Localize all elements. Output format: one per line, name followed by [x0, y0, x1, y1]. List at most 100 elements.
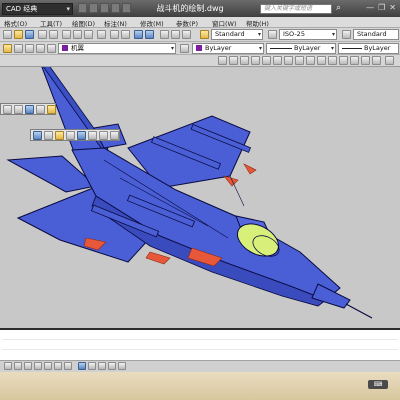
pan-icon[interactable] — [134, 30, 143, 39]
view-front-icon[interactable] — [14, 105, 23, 114]
lineweight-select[interactable]: ByLayer — [338, 43, 399, 54]
transparency-icon[interactable] — [108, 362, 116, 370]
torus-icon[interactable] — [273, 56, 282, 65]
snap-icon[interactable] — [4, 362, 12, 370]
view-top-icon[interactable] — [3, 105, 12, 114]
paste-icon[interactable] — [84, 30, 93, 39]
realistic-icon[interactable] — [55, 131, 64, 140]
layer-color-swatch — [62, 45, 68, 51]
close-icon[interactable]: ✕ — [389, 3, 396, 13]
quick-properties-icon[interactable] — [118, 362, 126, 370]
loft-icon[interactable] — [328, 56, 337, 65]
lineweight-value: ByLayer — [364, 44, 391, 52]
lineweight-icon[interactable] — [98, 362, 106, 370]
menu-tools[interactable]: 工具(T) — [40, 18, 62, 28]
menu-dimension[interactable]: 标注(N) — [104, 18, 127, 28]
layer-state-icon[interactable] — [14, 44, 23, 53]
sphere-icon[interactable] — [229, 56, 238, 65]
save-icon[interactable] — [25, 30, 34, 39]
preview-icon[interactable] — [49, 30, 58, 39]
pyramid-icon[interactable] — [284, 56, 293, 65]
orbit-icon[interactable] — [88, 131, 97, 140]
properties-icon[interactable] — [160, 30, 169, 39]
osnap-icon[interactable] — [44, 362, 52, 370]
search-input[interactable]: 键入关键字或短语 — [260, 4, 332, 14]
subtract-icon[interactable] — [361, 56, 370, 65]
workspace-select[interactable]: CAD 经典 ▾ — [2, 3, 73, 15]
layers-toolbar: 机翼 ▾ ByLayer ▾ ByLayer ▾ ByLayer — [0, 42, 400, 55]
presspull-icon[interactable] — [339, 56, 348, 65]
save-icon[interactable] — [100, 3, 109, 13]
print-icon[interactable] — [38, 30, 47, 39]
layer-freeze-icon[interactable] — [36, 44, 45, 53]
undo-icon[interactable] — [111, 3, 120, 13]
match-properties-icon[interactable] — [97, 30, 106, 39]
open-icon[interactable] — [14, 30, 23, 39]
dyn-icon[interactable] — [88, 362, 96, 370]
command-line[interactable] — [0, 328, 400, 360]
drawing-area[interactable] — [0, 67, 400, 328]
new-icon[interactable] — [78, 3, 87, 13]
cut-icon[interactable] — [62, 30, 71, 39]
walk-icon[interactable] — [99, 131, 108, 140]
grid-icon[interactable] — [14, 362, 22, 370]
shaded-icon[interactable] — [77, 131, 86, 140]
menu-modify[interactable]: 修改(M) — [140, 18, 164, 28]
menu-help[interactable]: 帮助(H) — [246, 18, 269, 28]
menu-window[interactable]: 窗口(W) — [212, 18, 237, 28]
revolve-icon[interactable] — [306, 56, 315, 65]
redo-icon[interactable] — [121, 30, 130, 39]
extrude-icon[interactable] — [295, 56, 304, 65]
menu-format[interactable]: 格式(O) — [4, 18, 27, 28]
layer-lock-icon[interactable] — [47, 44, 56, 53]
open-icon[interactable] — [89, 3, 98, 13]
wireframe-icon[interactable] — [33, 131, 42, 140]
fly-icon[interactable] — [110, 131, 119, 140]
3d-move-icon[interactable] — [385, 56, 394, 65]
layer-manager-icon[interactable] — [3, 44, 12, 53]
linetype-select[interactable]: ByLayer ▾ — [266, 43, 336, 54]
make-current-icon[interactable] — [180, 44, 189, 53]
union-icon[interactable] — [350, 56, 359, 65]
floating-toolbar-view — [0, 103, 56, 115]
chevron-down-icon: ▾ — [66, 5, 70, 13]
view-left-icon[interactable] — [25, 105, 34, 114]
conceptual-icon[interactable] — [66, 131, 75, 140]
fighter-jet-drawing — [6, 67, 373, 319]
copy-icon[interactable] — [73, 30, 82, 39]
table-style-select[interactable]: Standard — [353, 29, 399, 40]
tool-palettes-icon[interactable] — [182, 30, 191, 39]
view-camera-icon[interactable] — [47, 105, 56, 114]
color-select[interactable]: ByLayer ▾ — [192, 43, 264, 54]
hidden-icon[interactable] — [44, 131, 53, 140]
sweep-icon[interactable] — [317, 56, 326, 65]
layer-select[interactable]: 机翼 ▾ — [58, 43, 176, 54]
cone-icon[interactable] — [251, 56, 260, 65]
3d-osnap-icon[interactable] — [54, 362, 62, 370]
intersect-icon[interactable] — [372, 56, 381, 65]
otrack-icon[interactable] — [64, 362, 72, 370]
text-style-select[interactable]: Standard ▾ — [211, 29, 263, 40]
pitot-tube — [345, 303, 373, 319]
polar-icon[interactable] — [34, 362, 42, 370]
chevron-down-icon: ▾ — [170, 45, 174, 52]
design-center-icon[interactable] — [171, 30, 180, 39]
minimize-icon[interactable]: — — [366, 3, 374, 13]
search-icon[interactable]: ⌕ — [336, 4, 346, 14]
keyboard-icon[interactable]: ⌨ — [368, 380, 388, 389]
restore-icon[interactable]: ❐ — [378, 3, 385, 13]
ducs-icon[interactable] — [78, 362, 86, 370]
cylinder-icon[interactable] — [240, 56, 249, 65]
undo-icon[interactable] — [110, 30, 119, 39]
box-icon[interactable] — [218, 56, 227, 65]
menu-parameters[interactable]: 参数(P) — [176, 18, 198, 28]
ortho-icon[interactable] — [24, 362, 32, 370]
layer-on-icon[interactable] — [25, 44, 34, 53]
menu-draw[interactable]: 绘图(D) — [72, 18, 95, 28]
view-iso-icon[interactable] — [36, 105, 45, 114]
linetype-value: ByLayer — [294, 44, 321, 52]
new-icon[interactable] — [3, 30, 12, 39]
dim-style-select[interactable]: ISO-25 ▾ — [279, 29, 337, 40]
zoom-icon[interactable] — [145, 30, 154, 39]
wedge-icon[interactable] — [262, 56, 271, 65]
